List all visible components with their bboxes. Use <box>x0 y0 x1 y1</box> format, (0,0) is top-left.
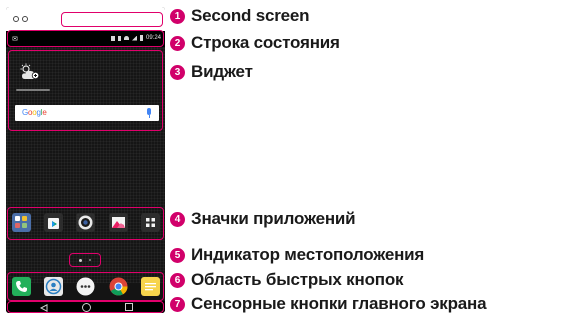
page-indicator-highlight <box>69 253 101 267</box>
widget-highlight <box>8 50 163 131</box>
callout-label: Область быстрых кнопок <box>191 270 404 289</box>
quick-keys-highlight <box>7 272 164 301</box>
callout-app-icons: 4 Значки приложений <box>170 209 356 229</box>
second-screen-dots-icon <box>13 16 28 22</box>
callout-number: 6 <box>170 272 185 288</box>
callout-label: Строка состояния <box>191 33 340 52</box>
callout-label: Сенсорные кнопки главного экрана <box>191 294 487 313</box>
callout-widget: 3 Виджет <box>170 62 253 82</box>
touch-keys-highlight <box>7 301 164 313</box>
callout-touch-keys: 7 Сенсорные кнопки главного экрана <box>170 294 487 314</box>
callout-number: 7 <box>170 296 185 312</box>
callout-number: 5 <box>170 247 185 263</box>
callout-quick-keys: 6 Область быстрых кнопок <box>170 270 404 290</box>
status-bar-highlight <box>7 30 164 47</box>
callout-label: Виджет <box>191 62 253 81</box>
app-icons-highlight <box>7 207 164 240</box>
callout-label: Second screen <box>191 6 310 25</box>
callout-number: 1 <box>170 8 185 24</box>
callout-number: 3 <box>170 64 185 80</box>
second-screen-highlight <box>61 12 163 27</box>
callout-number: 4 <box>170 211 185 227</box>
phone-home-screen: ✉ 09:24 Google <box>6 7 165 313</box>
callout-number: 2 <box>170 35 185 51</box>
callout-page-indicator: 5 Индикатор местоположения <box>170 245 424 265</box>
callout-status-bar: 2 Строка состояния <box>170 33 340 53</box>
callout-label: Индикатор местоположения <box>191 245 425 264</box>
callout-second-screen: 1 Second screen <box>170 6 310 26</box>
callout-label: Значки приложений <box>191 209 356 228</box>
